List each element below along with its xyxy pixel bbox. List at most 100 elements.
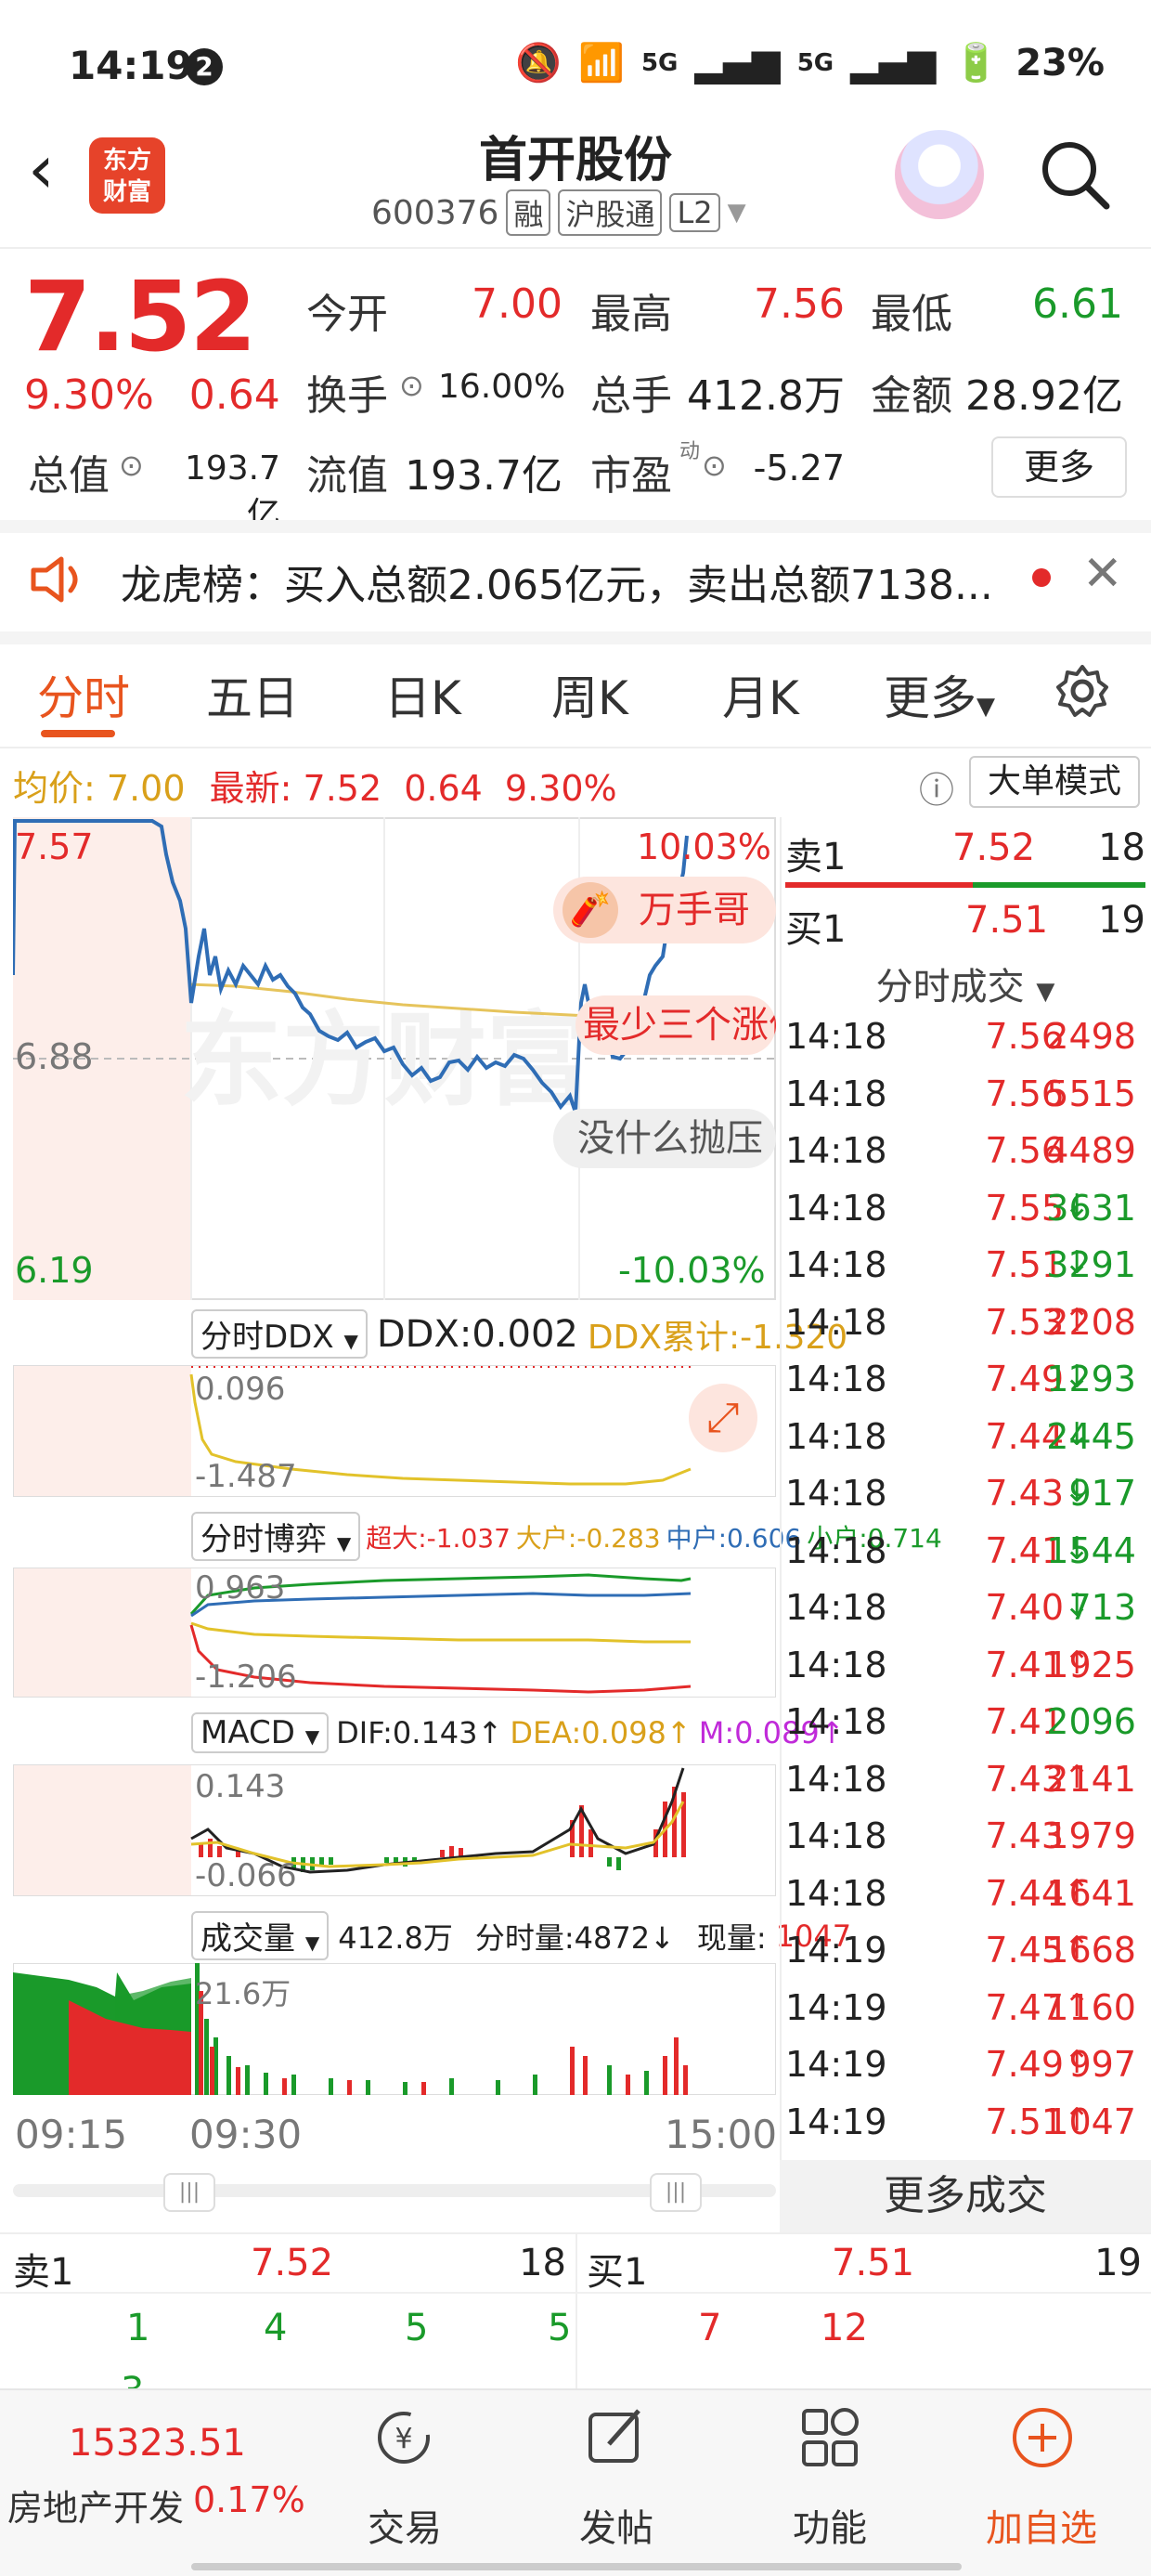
tick-row: 14:18 7.44 ↓ 2445: [785, 1416, 1144, 1473]
float-value: 193.7亿: [405, 452, 563, 500]
tick-volume: 1668: [1046, 1930, 1136, 1971]
add-watchlist-icon[interactable]: [1010, 2405, 1075, 2470]
latest-value: 7.52: [303, 768, 382, 809]
chart-max-price: 7.57: [15, 826, 94, 867]
nav-post[interactable]: 发帖: [551, 2498, 681, 2552]
tick-volume: 1047: [1046, 2101, 1136, 2142]
high-label: 最高: [590, 291, 672, 338]
nav-functions[interactable]: 功能: [765, 2498, 895, 2552]
info-icon-pe[interactable]: ⊙: [702, 448, 727, 483]
pe-value: -5.27: [753, 448, 845, 488]
range-handle-left[interactable]: |||: [163, 2173, 215, 2212]
time-open: 09:30: [189, 2112, 303, 2157]
chart-mid-price: 6.88: [15, 1036, 94, 1077]
tick-time: 14:18: [785, 1415, 887, 1457]
range-handle-right[interactable]: |||: [650, 2173, 702, 2212]
index-value[interactable]: 15323.51: [69, 2422, 246, 2465]
l2-sell-row-5: 3: [121, 2370, 144, 2388]
info-icon[interactable]: ⊙: [399, 368, 424, 403]
large: 大户:-0.283: [515, 1522, 661, 1554]
l2-sell-row-1: 1: [126, 2307, 150, 2349]
index-name[interactable]: 房地产开发: [7, 2479, 184, 2530]
more-deals-button[interactable]: 更多成交: [780, 2160, 1151, 2232]
functions-icon[interactable]: [798, 2405, 863, 2470]
game-bottom-label: -1.206: [195, 1659, 297, 1696]
tick-row: 14:19 7.51 ↑ 1047: [785, 2101, 1144, 2158]
status-icons: 🔕 📶 5G ▂▄▆ 5G ▂▄▆ 🔋 23%: [515, 41, 1105, 85]
ticks-title-label: 分时成交: [875, 966, 1025, 1008]
stock-code-row[interactable]: 600376 融 沪股通 L2 ▼: [371, 189, 746, 236]
latest-label: 最新:: [209, 768, 292, 809]
tag-l2: L2: [669, 193, 720, 232]
price-change: 9.30% 0.64: [24, 371, 280, 419]
game-selector[interactable]: 分时博弈 ▼: [191, 1512, 361, 1561]
ddx-value: DDX:0.002: [376, 1312, 578, 1356]
ob-bar-green: [973, 882, 1145, 888]
game-top-label: 0.963: [195, 1569, 286, 1607]
tick-row: 14:18 7.56 5515: [785, 1073, 1144, 1130]
tab-daily-k[interactable]: 日K: [384, 661, 461, 728]
change-pct: 9.30%: [24, 371, 154, 419]
unread-dot: [1032, 568, 1051, 587]
tick-volume: 1925: [1046, 1644, 1136, 1685]
gear-icon[interactable]: [1054, 663, 1110, 719]
info-icon-mktcap[interactable]: ⊙: [119, 448, 144, 483]
tick-volume: 2498: [1046, 1016, 1136, 1057]
expand-icon[interactable]: ⤢: [689, 1384, 757, 1452]
signal-5g-icon: 5G: [640, 48, 679, 77]
signal-bars-icon-2: ▂▄▆: [850, 41, 937, 85]
comment-bubble-2[interactable]: 最少三个涨停: [576, 995, 776, 1055]
tick-time: 14:19: [785, 2044, 887, 2085]
chart-min-price: 6.19: [15, 1250, 94, 1291]
big-order-mode-button[interactable]: 大单模式: [969, 756, 1140, 808]
post-icon[interactable]: [583, 2405, 648, 2470]
tick-time: 14:18: [785, 1587, 887, 1628]
nav-trade[interactable]: 交易: [340, 2498, 470, 2552]
tick-row: 14:18 7.41 ↑ 1925: [785, 1645, 1144, 1701]
ob-bar-red: [785, 882, 973, 888]
tab-weekly-k[interactable]: 周K: [551, 661, 628, 728]
macd-bottom-label: -0.066: [195, 1857, 297, 1894]
tab-more[interactable]: 更多▼: [884, 661, 995, 728]
ddx-selector[interactable]: 分时DDX ▼: [191, 1309, 368, 1359]
tick-time: 14:18: [785, 1758, 887, 1800]
help-icon[interactable]: ⓘ: [919, 761, 954, 813]
tab-monthly-k[interactable]: 月K: [722, 661, 799, 728]
tick-row: 14:18 7.43 ↑ 2141: [785, 1759, 1144, 1815]
float-label: 流值: [306, 452, 388, 500]
ob-sell-qty: 18: [1098, 826, 1145, 869]
tick-volume: 2096: [1046, 1701, 1136, 1742]
macd-header: MACD ▼ DIF:0.143↑ DEA:0.098↑ M:0.089↑: [191, 1712, 845, 1753]
tick-row: 14:18 7.55 ↓ 3631: [785, 1188, 1144, 1244]
super-large: 超大:-1.037: [366, 1522, 511, 1554]
low-value: 6.61: [1032, 280, 1123, 328]
more-quote-button[interactable]: 更多: [991, 436, 1127, 498]
tick-volume: 713: [1068, 1587, 1136, 1628]
volume-selector[interactable]: 成交量 ▼: [191, 1911, 330, 1960]
chart-max-pct: 10.03%: [637, 826, 771, 867]
tick-price: 7.43: [985, 1473, 1064, 1514]
macd-selector[interactable]: MACD ▼: [191, 1712, 330, 1753]
home-indicator: [191, 2563, 962, 2570]
svg-text:¥: ¥: [394, 2423, 412, 2455]
search-icon[interactable]: [1038, 137, 1112, 212]
comment-bubble-3[interactable]: 没什么抛压: [553, 1109, 776, 1168]
status-time: 14:19: [69, 43, 193, 88]
ddx-chart: [13, 1365, 776, 1497]
tab-minute[interactable]: 分时: [37, 661, 130, 728]
change-value: 0.64: [188, 371, 280, 419]
signal-5g-icon-2: 5G: [796, 48, 834, 77]
nav-add-watchlist[interactable]: 加自选: [976, 2498, 1106, 2552]
close-icon[interactable]: ✕: [1082, 546, 1123, 602]
turnover-value: 16.00%: [438, 368, 566, 406]
volume-selector-label: 成交量: [200, 1920, 295, 1958]
volume-label: 总手: [590, 372, 672, 420]
tab-five-day[interactable]: 五日: [206, 661, 299, 728]
ddx-header: 分时DDX ▼ DDX:0.002 DDX累计:-1.320: [191, 1309, 847, 1359]
tick-time: 14:19: [785, 2101, 887, 2142]
notice-bar[interactable]: 龙虎榜：买入总额2.065亿元，卖出总额7138... ✕: [0, 529, 1151, 626]
tick-time: 14:19: [785, 1986, 887, 2028]
assistant-robot-icon[interactable]: [895, 130, 984, 219]
ticks-title[interactable]: 分时成交 ▼: [785, 956, 1145, 1010]
trade-icon[interactable]: ¥: [371, 2405, 436, 2470]
